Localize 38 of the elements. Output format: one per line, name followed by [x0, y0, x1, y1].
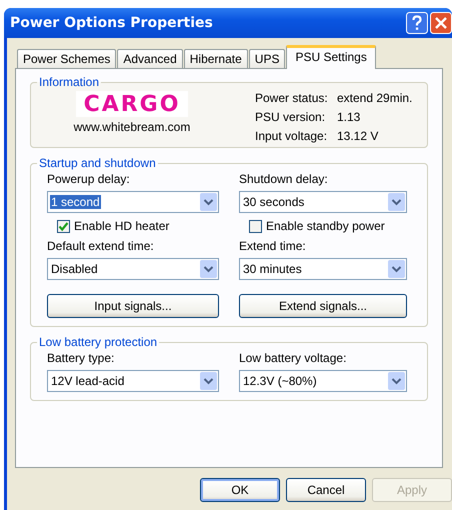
info-value: 1.13: [337, 110, 362, 124]
field-label: Battery type:: [47, 351, 116, 365]
tab[interactable]: PSU Settings: [286, 45, 376, 69]
dropdown[interactable]: 1 second: [47, 191, 219, 213]
help-icon[interactable]: [406, 12, 428, 34]
tab[interactable]: Power Schemes: [17, 49, 116, 68]
checkbox[interactable]: Enable standby power: [239, 217, 407, 235]
tab[interactable]: UPS: [248, 49, 286, 68]
field-label: Extend time:: [239, 239, 307, 253]
dropdown[interactable]: Disabled: [47, 258, 219, 280]
dialog-button[interactable]: Cancel: [286, 478, 366, 502]
close-icon[interactable]: [430, 12, 452, 34]
dialog-button[interactable]: OK: [200, 478, 280, 502]
info-value: 13.12 V: [337, 129, 380, 143]
dropdown[interactable]: 30 seconds: [239, 191, 407, 213]
dropdown[interactable]: 12V lead-acid: [47, 370, 219, 392]
info-label: Input voltage:: [255, 129, 328, 143]
logo: CARGO: [76, 91, 188, 117]
checkbox[interactable]: Enable HD heater: [47, 217, 219, 235]
field-label: Low battery voltage:: [239, 351, 348, 365]
field-label: Powerup delay:: [47, 172, 131, 186]
info-value: extend 29min.: [337, 91, 414, 105]
group-title: Startup and shutdown: [38, 156, 157, 170]
signals-button[interactable]: Extend signals...: [239, 294, 407, 318]
tab[interactable]: Hibernate: [184, 49, 248, 68]
tab[interactable]: Advanced: [117, 49, 183, 68]
dropdown[interactable]: 12.3V (~80%): [239, 370, 407, 392]
info-label: Power status:: [255, 91, 329, 105]
dropdown[interactable]: 30 minutes: [239, 258, 407, 280]
window-title: Power Options Properties: [10, 15, 213, 31]
info-label: PSU version:: [255, 110, 326, 124]
field-label: Shutdown delay:: [239, 172, 329, 186]
signals-button[interactable]: Input signals...: [47, 294, 219, 318]
group-title: Low battery protection: [38, 335, 158, 349]
group-title: Information: [38, 75, 100, 89]
field-label: Default extend time:: [47, 239, 155, 253]
check-icon: [58, 220, 69, 232]
website-text: www.whitebream.com: [74, 120, 190, 134]
